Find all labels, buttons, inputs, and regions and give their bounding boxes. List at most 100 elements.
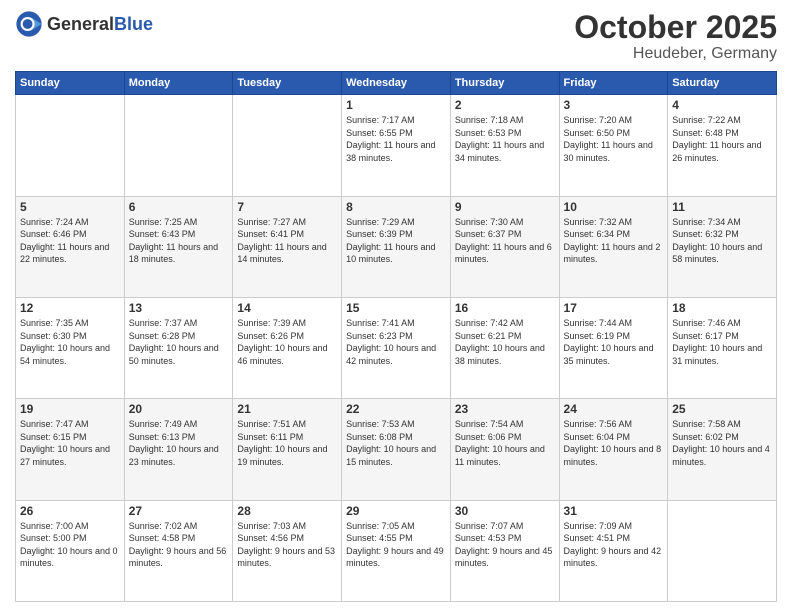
logo: General Blue [15,10,153,38]
logo-general: General [47,14,114,35]
day-info: Sunrise: 7:44 AM Sunset: 6:19 PM Dayligh… [564,317,664,367]
calendar-cell: 10 Sunrise: 7:32 AM Sunset: 6:34 PM Dayli… [559,196,668,297]
calendar-cell: 12 Sunrise: 7:35 AM Sunset: 6:30 PM Dayli… [16,297,125,398]
day-number: 17 [564,301,664,315]
day-number: 18 [672,301,772,315]
calendar-cell: 27 Sunrise: 7:02 AM Sunset: 4:58 PM Dayli… [124,500,233,601]
day-number: 9 [455,200,555,214]
calendar-cell: 2Sunrise: 7:18 AM Sunset: 6:53 PM Daylig… [450,95,559,196]
weekday-header-wednesday: Wednesday [342,72,451,95]
weekday-header-monday: Monday [124,72,233,95]
day-number: 8 [346,200,446,214]
day-number: 7 [237,200,337,214]
day-number: 6 [129,200,229,214]
day-info: Sunrise: 7:07 AM Sunset: 4:53 PM Dayligh… [455,520,555,570]
day-info: Sunrise: 7:42 AM Sunset: 6:21 PM Dayligh… [455,317,555,367]
day-info: Sunrise: 7:02 AM Sunset: 4:58 PM Dayligh… [129,520,229,570]
calendar-table: SundayMondayTuesdayWednesdayThursdayFrid… [15,71,777,602]
calendar-cell: 1 Sunrise: 7:17 AM Sunset: 6:55 PM Daylig… [342,95,451,196]
calendar-cell: 14 Sunrise: 7:39 AM Sunset: 6:26 PM Dayli… [233,297,342,398]
day-info: Sunrise: 7:24 AM Sunset: 6:46 PM Dayligh… [20,216,120,266]
weekday-header-friday: Friday [559,72,668,95]
day-info: Sunrise: 7:51 AM Sunset: 6:11 PM Dayligh… [237,418,337,468]
day-info: Sunrise: 7:03 AM Sunset: 4:56 PM Dayligh… [237,520,337,570]
week-row-3: 19 Sunrise: 7:47 AM Sunset: 6:15 PM Dayli… [16,399,777,500]
day-info: Sunrise: 7:41 AM Sunset: 6:23 PM Dayligh… [346,317,446,367]
page: General Blue October 2025 Heudeber, Germ… [0,0,792,612]
day-number: 22 [346,402,446,416]
day-number: 21 [237,402,337,416]
calendar-cell: 15Sunrise: 7:41 AM Sunset: 6:23 PM Dayli… [342,297,451,398]
day-number: 27 [129,504,229,518]
calendar-cell: 18Sunrise: 7:46 AM Sunset: 6:17 PM Dayli… [668,297,777,398]
calendar-cell: 5 Sunrise: 7:24 AM Sunset: 6:46 PM Daylig… [16,196,125,297]
day-info: Sunrise: 7:35 AM Sunset: 6:30 PM Dayligh… [20,317,120,367]
weekday-header-thursday: Thursday [450,72,559,95]
calendar-cell: 13Sunrise: 7:37 AM Sunset: 6:28 PM Dayli… [124,297,233,398]
day-number: 25 [672,402,772,416]
calendar-cell: 31 Sunrise: 7:09 AM Sunset: 4:51 PM Dayli… [559,500,668,601]
day-number: 23 [455,402,555,416]
day-number: 14 [237,301,337,315]
day-info: Sunrise: 7:37 AM Sunset: 6:28 PM Dayligh… [129,317,229,367]
logo-icon [15,10,43,38]
day-info: Sunrise: 7:53 AM Sunset: 6:08 PM Dayligh… [346,418,446,468]
location-title: Heudeber, Germany [574,45,777,63]
day-number: 24 [564,402,664,416]
month-title: October 2025 [574,10,777,45]
day-info: Sunrise: 7:09 AM Sunset: 4:51 PM Dayligh… [564,520,664,570]
week-row-2: 12 Sunrise: 7:35 AM Sunset: 6:30 PM Dayli… [16,297,777,398]
day-info: Sunrise: 7:39 AM Sunset: 6:26 PM Dayligh… [237,317,337,367]
logo-text: General Blue [47,14,153,35]
weekday-header-tuesday: Tuesday [233,72,342,95]
calendar-cell: 25 Sunrise: 7:58 AM Sunset: 6:02 PM Dayli… [668,399,777,500]
day-number: 1 [346,98,446,112]
day-number: 20 [129,402,229,416]
calendar-cell: 28Sunrise: 7:03 AM Sunset: 4:56 PM Dayli… [233,500,342,601]
calendar-cell: 3 Sunrise: 7:20 AM Sunset: 6:50 PM Daylig… [559,95,668,196]
calendar-cell: 8Sunrise: 7:29 AM Sunset: 6:39 PM Daylig… [342,196,451,297]
calendar-cell: 6Sunrise: 7:25 AM Sunset: 6:43 PM Daylig… [124,196,233,297]
day-info: Sunrise: 7:17 AM Sunset: 6:55 PM Dayligh… [346,114,446,164]
day-number: 29 [346,504,446,518]
weekday-header-sunday: Sunday [16,72,125,95]
calendar-cell: 16 Sunrise: 7:42 AM Sunset: 6:21 PM Dayli… [450,297,559,398]
calendar-cell: 22 Sunrise: 7:53 AM Sunset: 6:08 PM Dayli… [342,399,451,500]
calendar-cell [668,500,777,601]
calendar-cell [124,95,233,196]
calendar-cell: 23 Sunrise: 7:54 AM Sunset: 6:06 PM Dayli… [450,399,559,500]
day-number: 4 [672,98,772,112]
day-info: Sunrise: 7:20 AM Sunset: 6:50 PM Dayligh… [564,114,664,164]
day-info: Sunrise: 7:47 AM Sunset: 6:15 PM Dayligh… [20,418,120,468]
week-row-0: 1 Sunrise: 7:17 AM Sunset: 6:55 PM Daylig… [16,95,777,196]
day-number: 19 [20,402,120,416]
day-number: 3 [564,98,664,112]
calendar-cell: 21 Sunrise: 7:51 AM Sunset: 6:11 PM Dayli… [233,399,342,500]
calendar-cell: 29Sunrise: 7:05 AM Sunset: 4:55 PM Dayli… [342,500,451,601]
day-info: Sunrise: 7:34 AM Sunset: 6:32 PM Dayligh… [672,216,772,266]
weekday-header-saturday: Saturday [668,72,777,95]
day-info: Sunrise: 7:56 AM Sunset: 6:04 PM Dayligh… [564,418,664,468]
calendar-cell: 17 Sunrise: 7:44 AM Sunset: 6:19 PM Dayli… [559,297,668,398]
day-number: 12 [20,301,120,315]
calendar-cell: 20 Sunrise: 7:49 AM Sunset: 6:13 PM Dayli… [124,399,233,500]
day-number: 11 [672,200,772,214]
calendar-cell: 30 Sunrise: 7:07 AM Sunset: 4:53 PM Dayli… [450,500,559,601]
day-number: 10 [564,200,664,214]
day-info: Sunrise: 7:32 AM Sunset: 6:34 PM Dayligh… [564,216,664,266]
calendar-cell [16,95,125,196]
calendar-cell: 9Sunrise: 7:30 AM Sunset: 6:37 PM Daylig… [450,196,559,297]
day-number: 16 [455,301,555,315]
day-number: 31 [564,504,664,518]
day-info: Sunrise: 7:58 AM Sunset: 6:02 PM Dayligh… [672,418,772,468]
calendar-cell: 19 Sunrise: 7:47 AM Sunset: 6:15 PM Dayli… [16,399,125,500]
calendar-cell: 24 Sunrise: 7:56 AM Sunset: 6:04 PM Dayli… [559,399,668,500]
calendar-cell [233,95,342,196]
day-number: 30 [455,504,555,518]
day-number: 26 [20,504,120,518]
day-info: Sunrise: 7:00 AM Sunset: 5:00 PM Dayligh… [20,520,120,570]
day-info: Sunrise: 7:18 AM Sunset: 6:53 PM Dayligh… [455,114,555,164]
day-info: Sunrise: 7:49 AM Sunset: 6:13 PM Dayligh… [129,418,229,468]
day-info: Sunrise: 7:54 AM Sunset: 6:06 PM Dayligh… [455,418,555,468]
day-number: 5 [20,200,120,214]
